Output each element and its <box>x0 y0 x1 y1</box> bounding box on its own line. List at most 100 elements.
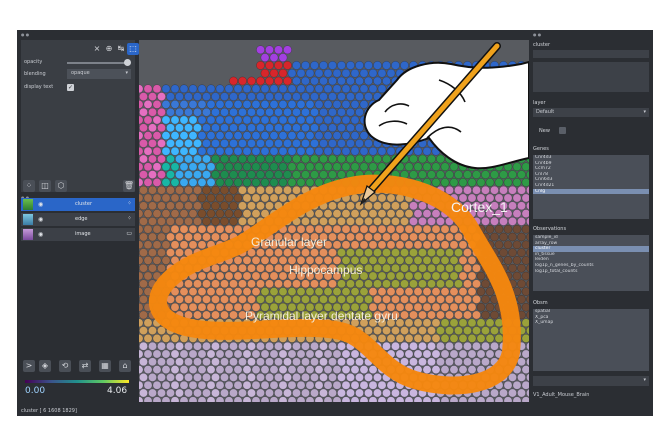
spot <box>521 256 529 265</box>
spot <box>445 295 454 304</box>
spot <box>139 123 148 133</box>
spot <box>400 201 409 211</box>
viewer-canvas[interactable]: Cortex_1 Granular layer Hippocampus Pyra… <box>139 40 529 402</box>
spot <box>427 263 436 273</box>
spot <box>323 224 333 234</box>
home-icon[interactable]: ⌂ <box>119 360 131 372</box>
spot <box>476 287 486 296</box>
observations-list[interactable]: sample_id array_row cluster in_tissue leiden… <box>533 235 649 291</box>
spot <box>269 53 279 62</box>
obsm-item[interactable]: X_umap <box>533 320 649 326</box>
spot <box>454 326 463 335</box>
spot <box>377 334 387 343</box>
labels-layer-icon[interactable]: ⬡ <box>55 180 67 192</box>
spot <box>323 380 333 390</box>
spot <box>251 209 261 218</box>
console-icon[interactable]: > <box>23 360 35 372</box>
spot <box>301 92 310 101</box>
obsm-list[interactable]: spatial X_pca X_umap <box>533 309 649 371</box>
spot <box>382 248 391 257</box>
spot <box>175 248 184 257</box>
title-field[interactable] <box>533 50 649 58</box>
spot <box>310 217 319 226</box>
spot <box>206 349 216 359</box>
spot <box>224 287 234 296</box>
spot <box>337 123 346 133</box>
spot <box>152 365 162 374</box>
opacity-slider[interactable] <box>67 62 127 64</box>
spot <box>251 115 261 125</box>
opacity-slider-handle[interactable] <box>124 59 131 66</box>
delete-layer-icon[interactable]: 🗑 <box>123 180 135 192</box>
spot <box>202 295 211 304</box>
select-icon[interactable]: ⬚ <box>127 43 139 55</box>
visibility-eye-icon[interactable]: ◉ <box>38 201 43 208</box>
spot <box>170 209 180 218</box>
spot <box>260 131 270 140</box>
spot <box>305 349 315 359</box>
spot <box>454 310 463 320</box>
spot <box>143 131 153 140</box>
spot <box>404 334 414 343</box>
spot <box>247 76 256 86</box>
layer-name: cluster <box>75 201 93 207</box>
spot <box>508 263 517 273</box>
spot <box>238 201 247 211</box>
transpose-icon[interactable]: ⇄ <box>79 360 91 372</box>
spot <box>215 131 225 140</box>
pan-zoom-icon[interactable]: ⊕ <box>103 43 115 55</box>
spot <box>364 373 373 382</box>
spot <box>233 115 243 125</box>
spot <box>341 115 351 125</box>
spot <box>463 263 472 273</box>
genes-list[interactable]: Cnr4d3 Cnr4b9 Ccm72 Cnl78 Cnn6d3 Cnr4d21 Cnlg <box>533 155 649 219</box>
spot <box>508 185 517 195</box>
shapes-layer-icon[interactable]: ◫ <box>39 180 51 192</box>
description-field[interactable] <box>533 62 649 92</box>
toggle-ndisplay-icon[interactable]: ◈ <box>39 360 51 372</box>
spot <box>328 279 337 289</box>
library-select[interactable]: ▾ <box>533 376 649 386</box>
gene-item[interactable]: Cnlg <box>533 188 649 195</box>
display-text-checkbox[interactable]: ✓ <box>67 84 74 91</box>
spot <box>265 341 274 351</box>
layer-row-cluster[interactable]: ◉ cluster ⁘ <box>21 198 135 211</box>
spot <box>269 287 279 296</box>
spot <box>301 373 310 382</box>
spot <box>296 100 306 109</box>
spot <box>283 45 292 55</box>
spot <box>211 92 220 101</box>
spot <box>184 201 193 211</box>
points-layer-icon[interactable]: ⁘ <box>23 180 35 192</box>
transform-icon[interactable]: ↹ <box>115 43 127 55</box>
spot <box>413 146 423 156</box>
layer-controls-dock: × ⊕ ↹ ⬚ opacity blending opaque ▾ displa… <box>21 40 139 192</box>
spot <box>229 76 238 86</box>
spot <box>512 224 522 234</box>
spot <box>188 365 198 374</box>
spot <box>413 209 423 218</box>
roll-dims-icon[interactable]: ⟲ <box>59 360 71 372</box>
spot <box>391 279 400 289</box>
spot <box>161 396 171 402</box>
spot <box>319 76 328 86</box>
spot <box>247 357 256 367</box>
spot <box>346 123 355 133</box>
spot <box>148 185 157 195</box>
spot <box>404 287 414 296</box>
close-icon[interactable]: × <box>91 43 103 55</box>
spot <box>341 68 351 78</box>
spot <box>193 295 202 304</box>
layer-select[interactable]: Default ▾ <box>533 108 649 117</box>
visibility-eye-icon[interactable]: ◉ <box>38 216 43 223</box>
spot <box>287 146 297 156</box>
visibility-eye-icon[interactable]: ◉ <box>38 231 43 238</box>
spot <box>260 396 270 402</box>
observation-item[interactable]: log1p_total_counts <box>533 269 649 275</box>
layer-row-edge[interactable]: ◉ edge ⁘ <box>21 213 135 226</box>
grid-icon[interactable]: ▦ <box>99 360 111 372</box>
blending-select[interactable]: opaque ▾ <box>67 69 131 79</box>
spot <box>364 295 373 304</box>
new-checkbox[interactable] <box>559 127 566 134</box>
layer-row-image[interactable]: ◉ image ▭ <box>21 228 135 241</box>
